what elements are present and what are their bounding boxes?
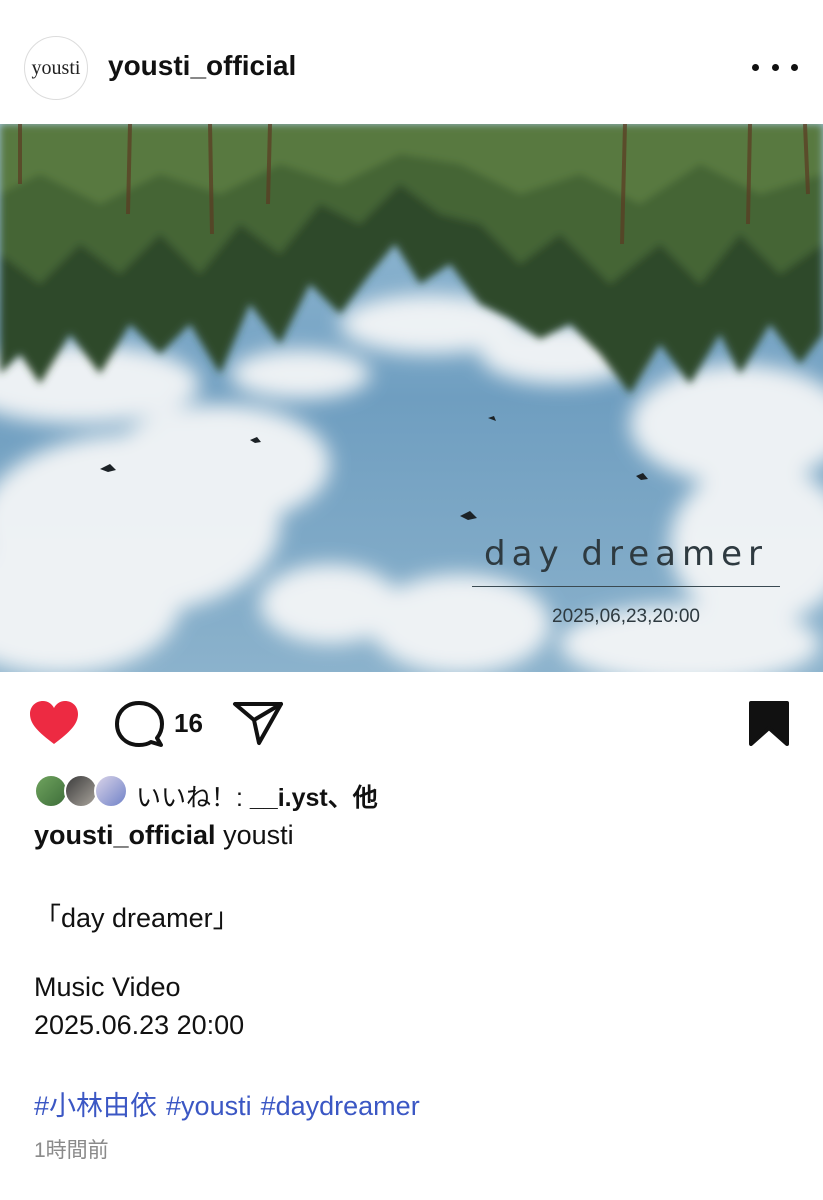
- avatar-logo-text: yousti: [31, 56, 81, 79]
- send-icon[interactable]: [232, 700, 284, 751]
- release-date-overlay: 2025,06,23,20:00: [552, 606, 700, 627]
- caption-text: yousti: [223, 820, 294, 850]
- likes-suffix[interactable]: 、他: [328, 784, 378, 812]
- hashtags: #小林由依 #yousti #daydreamer: [34, 1084, 429, 1123]
- post-image[interactable]: day dreamer 2025,06,23,20:00: [0, 124, 823, 672]
- post-header: yousti yousti_official: [0, 0, 823, 124]
- likes-text: いいね！: __i.yst、他: [136, 778, 378, 814]
- sky-forest-image: [0, 124, 823, 672]
- heart-filled-icon[interactable]: [28, 700, 80, 751]
- caption-line: 「day dreamer」: [34, 903, 240, 933]
- avatar[interactable]: yousti: [24, 36, 88, 100]
- liker-avatar[interactable]: [64, 774, 98, 808]
- hashtag-link[interactable]: #小林由依: [34, 1091, 157, 1121]
- action-bar: 16: [0, 672, 823, 772]
- likes-prefix: いいね！:: [136, 784, 250, 812]
- video-title-overlay: day dreamer: [484, 534, 768, 574]
- bookmark-filled-icon[interactable]: [748, 700, 790, 751]
- more-icon[interactable]: [752, 52, 798, 82]
- hashtag-link[interactable]: #yousti: [166, 1091, 252, 1121]
- liker-avatar[interactable]: [94, 774, 128, 808]
- post-username[interactable]: yousti_official: [108, 50, 296, 82]
- overlay-divider: [472, 586, 780, 587]
- hashtag-link[interactable]: #daydreamer: [261, 1091, 420, 1121]
- caption-line: 2025.06.23 20:00: [34, 1010, 245, 1040]
- caption-line: Music Video: [34, 972, 181, 1002]
- caption-header: yousti_official yousti: [34, 820, 294, 851]
- liker-avatar[interactable]: [34, 774, 68, 808]
- comment-count: 16: [174, 708, 203, 738]
- liker-username[interactable]: __i.yst: [250, 784, 328, 812]
- post-timestamp: 1時間前: [34, 1139, 109, 1162]
- likes-row[interactable]: いいね！: __i.yst、他: [34, 774, 794, 814]
- comment-icon[interactable]: [114, 700, 164, 753]
- caption-username[interactable]: yousti_official: [34, 820, 216, 850]
